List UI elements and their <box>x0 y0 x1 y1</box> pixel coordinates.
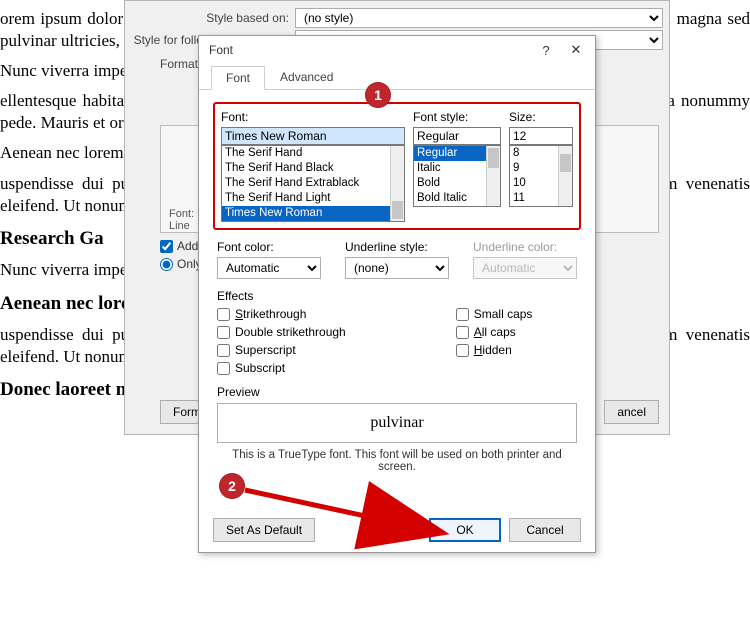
superscript-checkbox[interactable]: Superscript <box>217 343 346 357</box>
preview-box: pulvinar <box>217 403 577 443</box>
all-caps-checkbox[interactable]: All caps <box>456 325 533 339</box>
annotation-1: 1 <box>365 82 391 108</box>
font-size-listbox[interactable]: 8 9 10 11 12 <box>509 145 573 207</box>
truetype-note: This is a TrueType font. This font will … <box>213 449 581 473</box>
annotation-2: 2 <box>219 473 245 499</box>
font-color-select[interactable]: Automatic <box>217 257 321 279</box>
style-cancel-button[interactable]: ancel <box>604 400 659 424</box>
scrollbar[interactable] <box>390 146 404 221</box>
close-button[interactable]: ✕ <box>561 38 591 62</box>
effects-label: Effects <box>217 289 577 303</box>
list-item[interactable]: Times New Roman <box>222 206 404 221</box>
add-to-gallery-checkbox[interactable] <box>160 240 173 253</box>
dialog-tabs: Font Advanced <box>199 64 595 90</box>
style-based-on-label: Style based on: <box>125 11 295 25</box>
underline-style-label: Underline style: <box>345 240 449 254</box>
list-item[interactable]: The Serif Hand Light <box>222 191 404 206</box>
font-style-label: Font style: <box>413 110 501 124</box>
tab-font[interactable]: Font <box>211 66 265 90</box>
list-item[interactable]: The Serif Hand <box>222 146 404 161</box>
preview-text: pulvinar <box>370 414 423 432</box>
list-item[interactable]: The Serif Hand Extrablack <box>222 176 404 191</box>
help-button[interactable]: ? <box>531 38 561 62</box>
underline-style-select[interactable]: (none) <box>345 257 449 279</box>
annotation-highlight-box: Font: The Serif Hand The Serif Hand Blac… <box>213 102 581 230</box>
preview-label: Preview <box>217 385 577 399</box>
set-as-default-button[interactable]: Set As Default <box>213 518 315 542</box>
cancel-button[interactable]: Cancel <box>509 518 581 542</box>
tab-advanced[interactable]: Advanced <box>265 65 348 89</box>
font-label: Font: <box>221 110 405 124</box>
font-listbox[interactable]: The Serif Hand The Serif Hand Black The … <box>221 145 405 222</box>
font-size-label: Size: <box>509 110 573 124</box>
add-to-gallery-label: Add <box>177 239 198 253</box>
style-based-on-select[interactable]: (no style) <box>295 8 663 28</box>
list-item[interactable]: 12 <box>510 206 572 207</box>
font-style-input[interactable] <box>413 127 501 145</box>
font-style-listbox[interactable]: Regular Italic Bold Bold Italic <box>413 145 501 207</box>
scrollbar[interactable] <box>486 146 500 206</box>
ok-button[interactable]: OK <box>429 518 501 542</box>
subscript-checkbox[interactable]: Subscript <box>217 361 346 375</box>
hidden-checkbox[interactable]: Hidden <box>456 343 533 357</box>
close-icon: ✕ <box>571 42 582 58</box>
font-color-label: Font color: <box>217 240 321 254</box>
dialog-title: Font <box>209 43 233 57</box>
scrollbar[interactable] <box>558 146 572 206</box>
underline-color-select: Automatic <box>473 257 577 279</box>
only-this-doc-radio[interactable] <box>160 258 173 271</box>
font-dialog: Font ? ✕ Font Advanced Font: The Serif H… <box>198 35 596 553</box>
double-strikethrough-checkbox[interactable]: Double strikethrough <box>217 325 346 339</box>
list-item[interactable]: The Serif Hand Black <box>222 161 404 176</box>
strikethrough-checkbox[interactable]: Strikethrough <box>217 307 346 321</box>
small-caps-checkbox[interactable]: Small caps <box>456 307 533 321</box>
font-size-input[interactable] <box>509 127 573 145</box>
font-name-input[interactable] <box>221 127 405 145</box>
underline-color-label: Underline color: <box>473 240 577 254</box>
dialog-titlebar: Font ? ✕ <box>199 36 595 64</box>
